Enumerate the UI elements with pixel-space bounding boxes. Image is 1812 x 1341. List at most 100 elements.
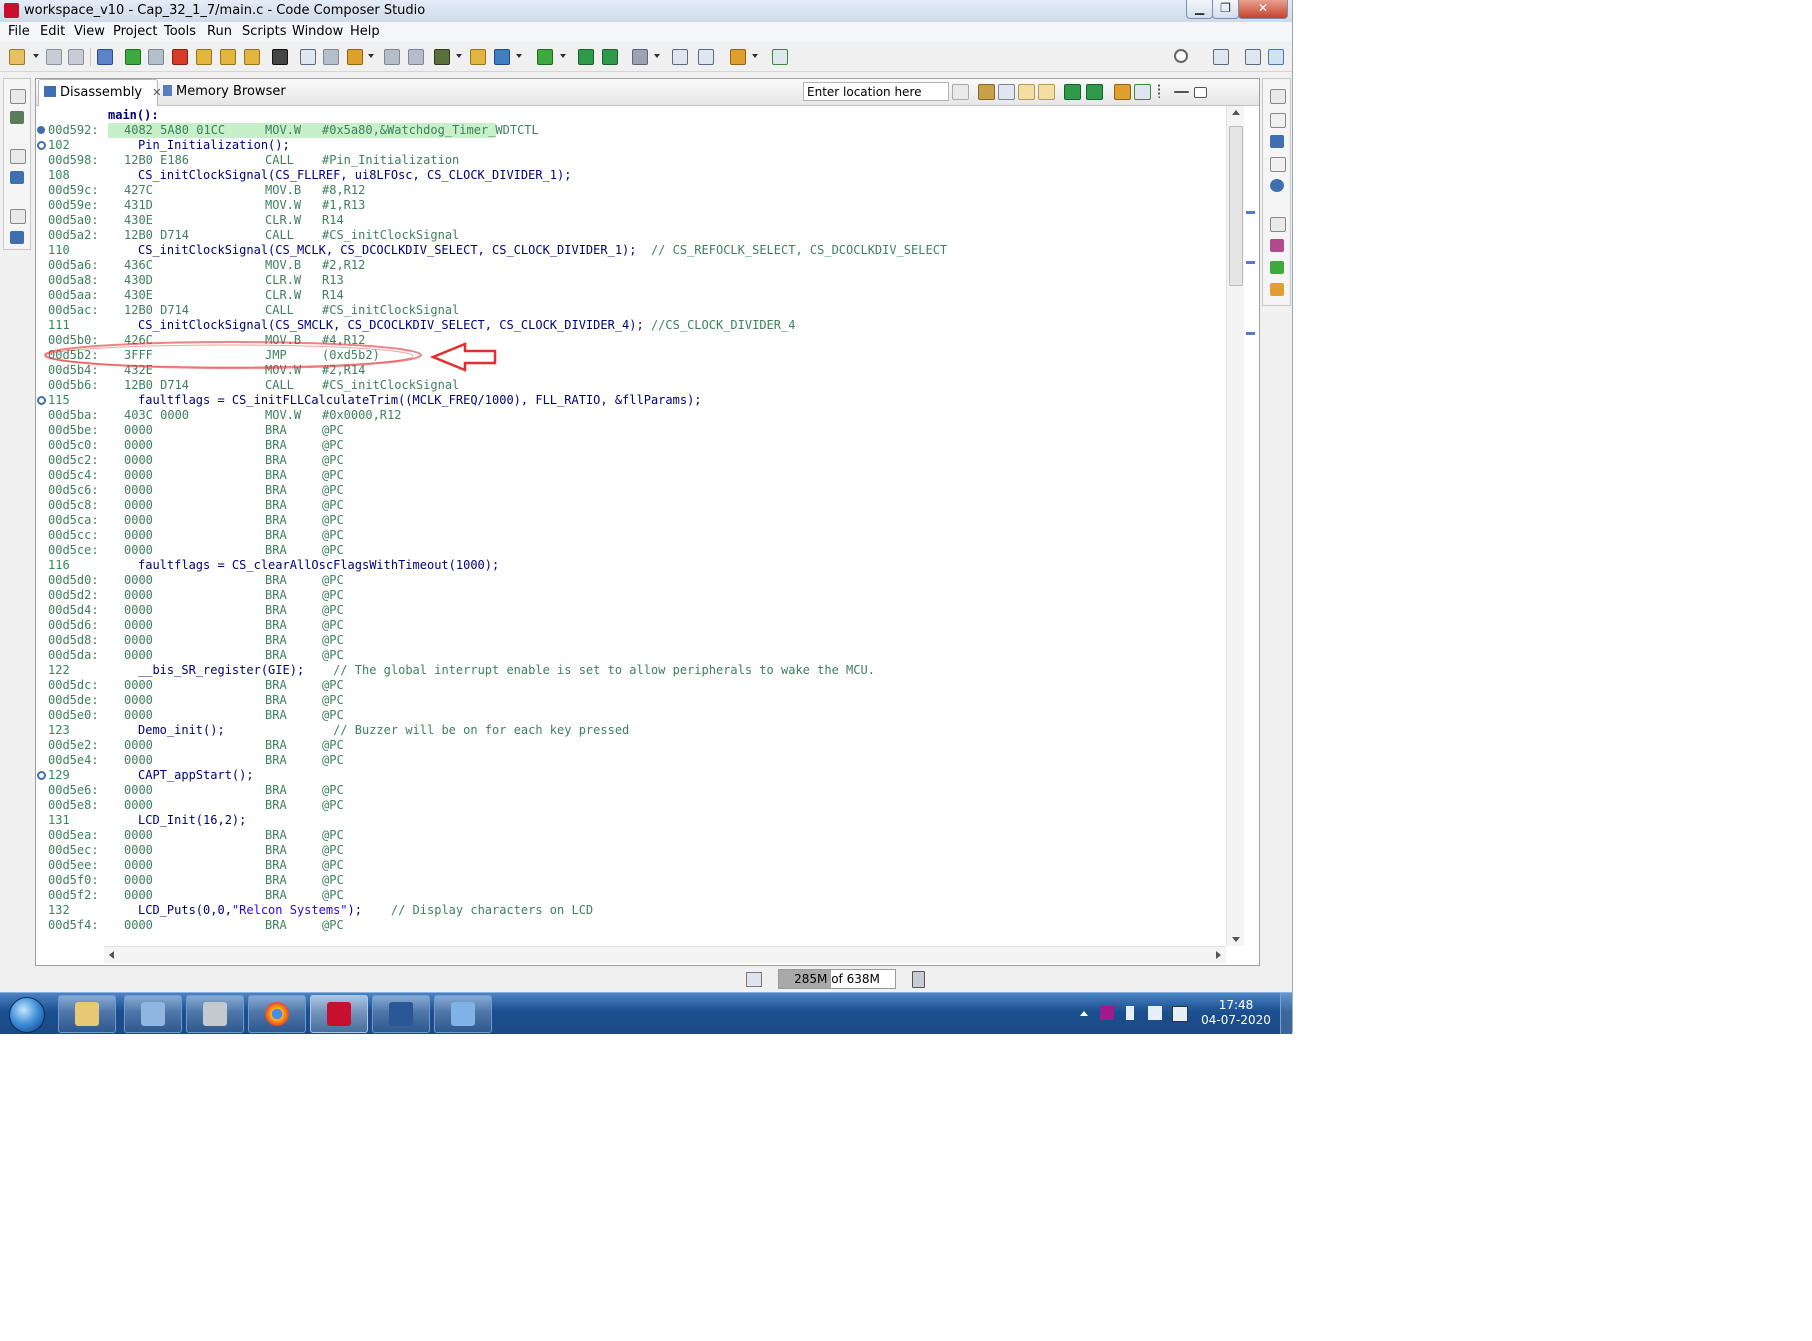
tab-disassembly[interactable]: Disassembly ✕ <box>38 79 162 106</box>
source-line[interactable]: 116 faultflags = CS_clearAllOscFlagsWithT… <box>36 558 1226 573</box>
asm-line[interactable]: 00d5e0: 0000 BRA @PC <box>36 708 1226 723</box>
asm-line[interactable]: 00d598: 12B0 E186 CALL #Pin_Initialization <box>36 153 1226 168</box>
asm-line[interactable]: 00d5d2: 0000 BRA @PC <box>36 588 1226 603</box>
step-return-icon[interactable] <box>244 49 260 65</box>
trace-icon[interactable] <box>1270 261 1284 274</box>
step-into-asm-icon[interactable] <box>1064 84 1081 100</box>
breakpoints-icon[interactable] <box>1270 179 1284 192</box>
asm-line[interactable]: 00d5a2: 12B0 D714 CALL #CS_initClockSignal <box>36 228 1226 243</box>
link-with-source-icon[interactable] <box>1018 84 1035 100</box>
new-view-icon[interactable] <box>1114 84 1131 100</box>
source-line[interactable]: 132 LCD_Puts(0,0,"Relcon Systems"); // Di… <box>36 903 1226 918</box>
title-bar[interactable]: workspace_v10 - Cap_32_1_7/main.c - Code… <box>0 0 1292 23</box>
source-line[interactable]: 115 faultflags = CS_initFLLCalculateTrim(… <box>36 393 1226 408</box>
debug-perspective-icon[interactable] <box>1268 49 1284 65</box>
scroll-down-icon[interactable] <box>1232 937 1240 942</box>
step-over-asm-icon[interactable] <box>1086 84 1103 100</box>
search-icon[interactable] <box>1174 49 1188 63</box>
build-dropdown-icon[interactable] <box>456 54 462 58</box>
scroll-left-icon[interactable] <box>109 951 114 959</box>
asm-line[interactable]: 00d5d6: 0000 BRA @PC <box>36 618 1226 633</box>
debug-dropdown-icon[interactable] <box>560 54 566 58</box>
network-status-icon[interactable] <box>1172 1006 1188 1022</box>
home-icon[interactable] <box>998 84 1015 100</box>
debug-bug-icon[interactable] <box>537 49 553 65</box>
save-all-icon[interactable] <box>68 49 84 65</box>
step-over-icon[interactable] <box>220 49 236 65</box>
taskbar-paint[interactable] <box>434 995 492 1033</box>
asm-line[interactable]: 00d59e: 431D MOV.W #1,R13 <box>36 198 1226 213</box>
refresh-icon[interactable] <box>470 49 486 65</box>
debug-view-icon[interactable] <box>97 49 113 65</box>
outline-icon[interactable] <box>10 171 24 184</box>
project-explorer-icon[interactable] <box>10 111 24 124</box>
taskbar-tool[interactable] <box>186 995 244 1033</box>
menu-view[interactable]: View <box>74 24 105 39</box>
source-line[interactable]: 110 CS_initClockSignal(CS_MCLK, CS_DCOCLK… <box>36 243 1226 258</box>
source-line[interactable]: 129 CAPT_appStart(); <box>36 768 1226 783</box>
restore-view-icon[interactable] <box>10 89 26 104</box>
taskbar-explorer[interactable] <box>58 995 116 1033</box>
asm-line[interactable]: 00d5d8: 0000 BRA @PC <box>36 633 1226 648</box>
asm-line[interactable]: 00d5ba: 403C 0000 MOV.W #0x0000,R12 <box>36 408 1226 423</box>
asm-line[interactable]: 00d5ce: 0000 BRA @PC <box>36 543 1226 558</box>
asm-line[interactable]: 00d5cc: 0000 BRA @PC <box>36 528 1226 543</box>
assembly-step-icon[interactable] <box>300 49 316 65</box>
taskbar-word[interactable] <box>372 995 430 1033</box>
terminal-icon[interactable] <box>698 49 714 65</box>
horizontal-scrollbar[interactable] <box>104 946 1226 963</box>
overview-marker[interactable] <box>1246 211 1255 214</box>
asm-line[interactable]: 00d5c2: 0000 BRA @PC <box>36 453 1226 468</box>
new-dropdown-icon[interactable] <box>33 54 39 58</box>
tab-memory-browser[interactable]: Memory Browser <box>158 79 288 105</box>
variables-icon[interactable] <box>1270 113 1286 128</box>
suspend-icon[interactable] <box>148 49 164 65</box>
asm-line[interactable]: 00d5a8: 430D CLR.W R13 <box>36 273 1226 288</box>
tools-dropdown-icon[interactable] <box>654 54 660 58</box>
tag-icon[interactable] <box>730 49 746 65</box>
asm-line[interactable]: 00d5c6: 0000 BRA @PC <box>36 483 1226 498</box>
restore-view-icon[interactable] <box>10 149 26 164</box>
flash-icon[interactable] <box>494 49 510 65</box>
taskbar-chrome[interactable] <box>248 995 306 1033</box>
asm-line[interactable]: 00d5b0: 426C MOV.B #4,R12 <box>36 333 1226 348</box>
scroll-right-icon[interactable] <box>1216 951 1221 959</box>
tray-app-icon[interactable] <box>1100 1006 1114 1020</box>
vertical-scrollbar[interactable] <box>1226 106 1244 946</box>
restore-view-icon[interactable] <box>10 209 26 224</box>
restore-button[interactable]: ❐ <box>1212 0 1239 19</box>
asm-line[interactable]: 00d5aa: 430E CLR.W R14 <box>36 288 1226 303</box>
menu-edit[interactable]: Edit <box>40 24 65 39</box>
taskbar-ccs[interactable] <box>310 995 368 1033</box>
menu-tools[interactable]: Tools <box>164 24 196 39</box>
asm-line[interactable]: 00d5ea: 0000 BRA @PC <box>36 828 1226 843</box>
tools-wrench-icon[interactable] <box>632 49 648 65</box>
minimize-view-icon[interactable] <box>1174 91 1189 93</box>
asm-line[interactable]: 00d5d4: 0000 BRA @PC <box>36 603 1226 618</box>
menu-help[interactable]: Help <box>350 24 380 39</box>
disassembly-code[interactable]: main(): 00d592: 4082 5A80 01CC MOV.W #0x5a80… <box>36 106 1226 946</box>
asm-line[interactable]: 00d5de: 0000 BRA @PC <box>36 693 1226 708</box>
asm-line[interactable]: 00d5f4: 0000 BRA @PC <box>36 918 1226 933</box>
source-line[interactable]: 123 Demo_init(); // Buzzer will be on for… <box>36 723 1226 738</box>
overview-marker[interactable] <box>1246 332 1255 335</box>
step-into-icon[interactable] <box>196 49 212 65</box>
asm-line[interactable]: 00d592: 4082 5A80 01CC MOV.W #0x5a80,&Watch… <box>36 123 1226 138</box>
asm-line[interactable]: 00d5c8: 0000 BRA @PC <box>36 498 1226 513</box>
menu-window[interactable]: Window <box>292 24 343 39</box>
asm-line[interactable]: 00d5da: 0000 BRA @PC <box>36 648 1226 663</box>
show-hidden-icons-icon[interactable] <box>1080 1011 1088 1016</box>
external-tool-icon[interactable] <box>772 49 788 65</box>
scroll-up-icon[interactable] <box>1232 110 1240 115</box>
heap-status[interactable]: 285M of 638M <box>778 969 896 989</box>
restore-view-icon[interactable] <box>1270 89 1286 104</box>
source-line[interactable]: 111 CS_initClockSignal(CS_SMCLK, CS_DCOCL… <box>36 318 1226 333</box>
source-line[interactable]: 131 LCD_Init(16,2); <box>36 813 1226 828</box>
tag-dropdown-icon[interactable] <box>752 54 758 58</box>
asm-line[interactable]: 00d5a6: 436C MOV.B #2,R12 <box>36 258 1226 273</box>
pin-view-icon[interactable] <box>1134 84 1151 100</box>
start-button[interactable] <box>4 995 50 1033</box>
asm-line[interactable]: 00d5d0: 0000 BRA @PC <box>36 573 1226 588</box>
asm-line[interactable]: 00d5e8: 0000 BRA @PC <box>36 798 1226 813</box>
memory-icon[interactable] <box>1270 239 1284 252</box>
